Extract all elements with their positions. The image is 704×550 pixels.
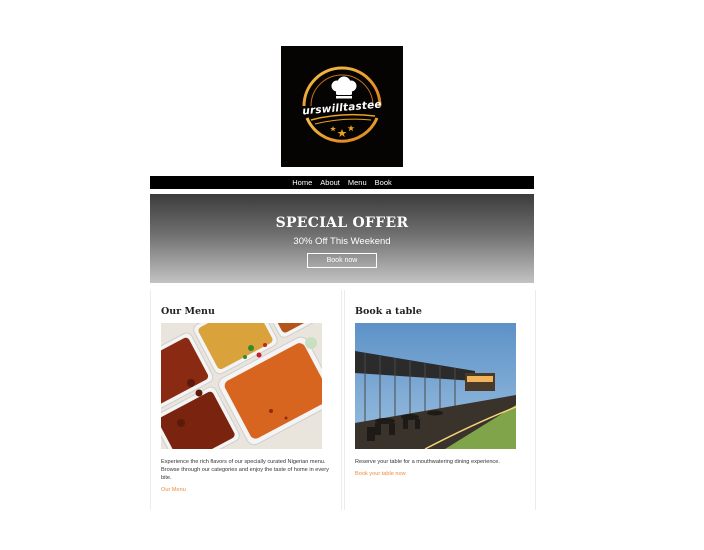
- nav-menu[interactable]: Menu: [348, 176, 367, 189]
- nav-book[interactable]: Book: [375, 176, 392, 189]
- our-menu-link[interactable]: Our Menu: [161, 487, 186, 493]
- hero-subtitle: 30% Off This Weekend: [293, 236, 391, 247]
- book-table-link[interactable]: Book your table now: [355, 471, 406, 477]
- hero-title: SPECIAL OFFER: [275, 215, 409, 231]
- menu-card-description: Experience the rich flavors of our speci…: [161, 459, 329, 481]
- special-offer-banner: SPECIAL OFFER 30% Off This Weekend Book …: [150, 194, 534, 283]
- book-now-button[interactable]: Book now: [307, 253, 377, 268]
- menu-card-title: Our Menu: [161, 306, 215, 317]
- main-nav: Home About Menu Book: [150, 176, 534, 189]
- menu-card: Our Menu Experience the rich flavors of …: [150, 290, 342, 510]
- book-card-title: Book a table: [355, 306, 422, 317]
- brand-logo[interactable]: urswilltastee: [281, 46, 403, 167]
- restaurant-terrace-image: [355, 323, 516, 449]
- nav-about[interactable]: About: [320, 176, 340, 189]
- chef-hat-icon: [331, 76, 357, 99]
- menu-food-image: [161, 323, 322, 449]
- book-table-card: Book a table Reserve your table for a mo…: [344, 290, 536, 510]
- nav-home[interactable]: Home: [292, 176, 312, 189]
- book-card-description: Reserve your table for a mouthwatering d…: [355, 459, 500, 465]
